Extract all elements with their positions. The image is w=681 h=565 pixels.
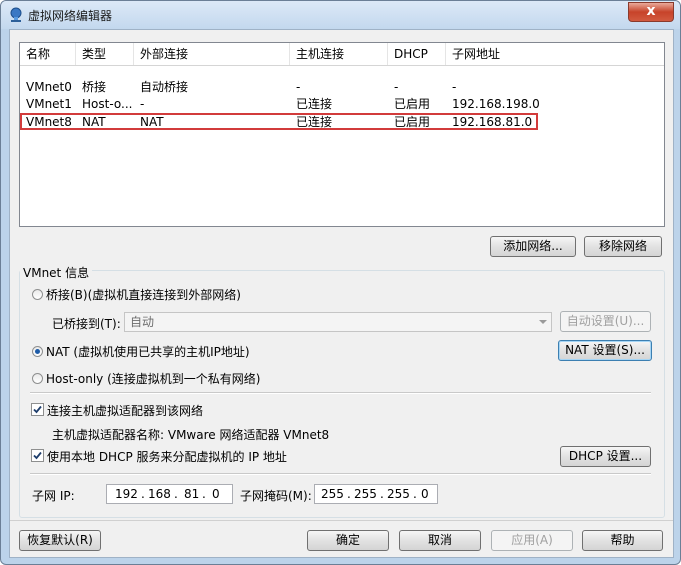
ip-octet: 168 <box>148 487 171 501</box>
mask-octet: 0 <box>421 487 429 501</box>
list-header: 名称 类型 外部连接 主机连接 DHCP 子网地址 <box>20 43 664 66</box>
cell-external: - <box>140 97 145 111</box>
close-icon: x <box>646 3 656 19</box>
ip-dot: . <box>413 487 417 501</box>
column-header-dhcp[interactable]: DHCP <box>388 43 446 65</box>
cell-host: 已连接 <box>296 97 333 111</box>
subnet-ip-input[interactable]: 192 . 168 . 81 . 0 <box>106 484 233 504</box>
cell-name: VMnet1 <box>26 97 72 111</box>
dhcp-checkbox[interactable] <box>31 449 44 462</box>
ip-dot: . <box>347 487 351 501</box>
cell-host: - <box>296 80 301 94</box>
ip-octet: 192 <box>115 487 138 501</box>
bridged-label[interactable]: 桥接(B)(虚拟机直接连接到外部网络) <box>46 286 241 303</box>
bridged-to-value: 自动 <box>130 315 155 329</box>
column-header-subnet[interactable]: 子网地址 <box>446 43 664 65</box>
table-row[interactable]: VMnet1 Host-o... - 已连接 已启用 192.168.198.0 <box>20 96 664 113</box>
vmnet-info-label: VMnet 信息 <box>20 264 93 281</box>
close-button[interactable]: x <box>628 2 674 22</box>
subnet-ip-label: 子网 IP: <box>32 489 75 503</box>
hostonly-radio[interactable] <box>32 373 43 384</box>
highlight-box <box>20 113 538 130</box>
cell-subnet: 192.168.198.0 <box>452 97 540 111</box>
virtual-network-editor-window: 虚拟网络编辑器 x 名称 类型 外部连接 主机连接 DHCP 子网地址 VMne… <box>0 0 681 565</box>
cell-external: 自动桥接 <box>140 80 189 94</box>
apply-button[interactable]: 应用(A) <box>491 530 573 551</box>
nat-radio[interactable] <box>32 346 43 357</box>
window-title: 虚拟网络编辑器 <box>28 9 113 23</box>
dhcp-label[interactable]: 使用本地 DHCP 服务来分配虚拟机的 IP 地址 <box>47 448 287 465</box>
connect-adapter-checkbox[interactable] <box>31 403 44 416</box>
help-button[interactable]: 帮助 <box>582 530 663 551</box>
restore-defaults-button[interactable]: 恢复默认(R) <box>19 530 101 551</box>
cell-type: Host-o... <box>82 97 133 111</box>
subnet-mask-input[interactable]: 255 . 255 . 255 . 0 <box>314 484 438 504</box>
chevron-down-icon <box>539 320 547 324</box>
ip-dot: . <box>174 487 178 501</box>
cancel-button[interactable]: 取消 <box>399 530 481 551</box>
adapter-name-text: 主机虚拟适配器名称: VMware 网络适配器 VMnet8 <box>52 428 330 442</box>
subnet-mask-label: 子网掩码(M): <box>240 489 312 503</box>
vmnet-info-group <box>19 270 665 518</box>
divider <box>30 392 651 394</box>
nat-settings-button[interactable]: NAT 设置(S)... <box>558 340 652 361</box>
divider <box>30 473 651 475</box>
mask-octet: 255 <box>354 487 377 501</box>
dhcp-settings-button[interactable]: DHCP 设置... <box>560 446 651 467</box>
bridged-to-select[interactable]: 自动 <box>124 312 552 332</box>
table-row[interactable]: VMnet0 桥接 自动桥接 - - - <box>20 79 664 96</box>
ip-octet: 0 <box>212 487 220 501</box>
bridged-radio[interactable] <box>32 289 43 300</box>
ip-dot: . <box>141 487 145 501</box>
dialog-body: 名称 类型 外部连接 主机连接 DHCP 子网地址 VMnet0 桥接 自动桥接… <box>9 29 674 558</box>
cell-dhcp: - <box>394 80 399 94</box>
cell-dhcp: 已启用 <box>394 97 431 111</box>
ok-button[interactable]: 确定 <box>307 530 389 551</box>
bridged-to-label: 已桥接到(T): <box>52 317 121 331</box>
add-network-button[interactable]: 添加网络... <box>490 236 576 257</box>
mask-octet: 255 <box>387 487 410 501</box>
cell-name: VMnet0 <box>26 80 72 94</box>
footer-divider <box>10 520 673 521</box>
ip-octet: 81 <box>184 487 200 501</box>
network-list[interactable]: 名称 类型 外部连接 主机连接 DHCP 子网地址 VMnet0 桥接 自动桥接… <box>19 42 665 227</box>
column-header-external[interactable]: 外部连接 <box>134 43 290 65</box>
checkmark-icon <box>33 451 42 460</box>
network-app-icon <box>10 7 22 22</box>
ip-dot: . <box>380 487 384 501</box>
cell-type: 桥接 <box>82 80 107 94</box>
nat-label[interactable]: NAT (虚拟机使用已共享的主机IP地址) <box>46 343 250 360</box>
column-header-type[interactable]: 类型 <box>76 43 134 65</box>
title-bar[interactable]: 虚拟网络编辑器 x <box>1 1 680 29</box>
connect-adapter-label[interactable]: 连接主机虚拟适配器到该网络 <box>47 402 203 419</box>
remove-network-button[interactable]: 移除网络 <box>584 236 662 257</box>
hostonly-label[interactable]: Host-only (连接虚拟机到一个私有网络) <box>46 370 260 387</box>
column-header-name[interactable]: 名称 <box>20 43 76 65</box>
auto-settings-button[interactable]: 自动设置(U)... <box>560 311 651 332</box>
mask-octet: 255 <box>321 487 344 501</box>
ip-dot: . <box>202 487 206 501</box>
cell-subnet: - <box>452 80 457 94</box>
column-header-host[interactable]: 主机连接 <box>290 43 388 65</box>
checkmark-icon <box>33 405 42 414</box>
